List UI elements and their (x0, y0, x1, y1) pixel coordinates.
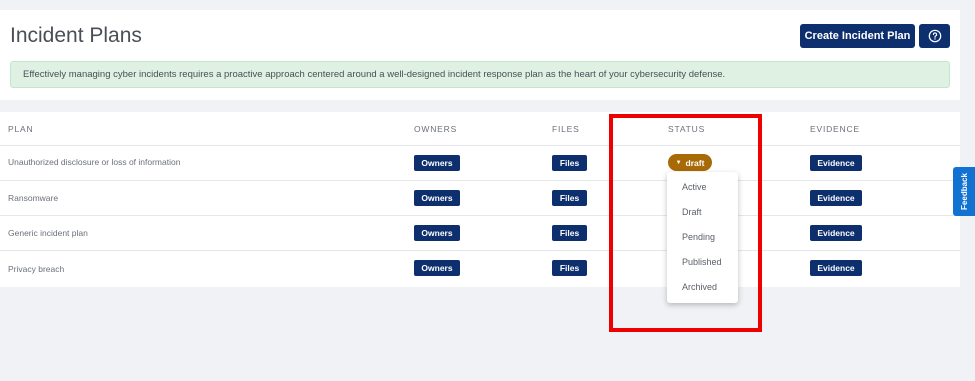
row-divider (0, 180, 960, 181)
owners-button[interactable]: Owners (414, 260, 460, 276)
row-divider (0, 215, 960, 216)
owners-button[interactable]: Owners (414, 155, 460, 171)
files-button[interactable]: Files (552, 155, 587, 171)
column-header-files: FILES (552, 124, 580, 134)
column-header-evidence: EVIDENCE (810, 124, 860, 134)
owners-button[interactable]: Owners (414, 225, 460, 241)
highlight-annotation-box (609, 114, 762, 332)
evidence-button[interactable]: Evidence (810, 190, 862, 206)
column-header-owners: OWNERS (414, 124, 458, 134)
create-incident-plan-button[interactable]: Create Incident Plan (800, 24, 915, 48)
column-header-plan: PLAN (8, 124, 34, 134)
question-circle-icon (928, 29, 941, 43)
plan-name: Ransomware (8, 193, 59, 203)
files-button[interactable]: Files (552, 190, 587, 206)
feedback-tab[interactable]: Feedback (953, 167, 975, 216)
files-button[interactable]: Files (552, 260, 587, 276)
info-banner: Effectively managing cyber incidents req… (10, 61, 950, 88)
evidence-button[interactable]: Evidence (810, 155, 862, 171)
row-divider (0, 250, 960, 251)
info-banner-text: Effectively managing cyber incidents req… (23, 69, 726, 80)
page-title: Incident Plans (10, 24, 142, 47)
feedback-tab-label: Feedback (959, 173, 969, 210)
plan-name: Unauthorized disclosure or loss of infor… (8, 157, 181, 167)
owners-button[interactable]: Owners (414, 190, 460, 206)
evidence-button[interactable]: Evidence (810, 225, 862, 241)
row-divider (0, 145, 960, 146)
evidence-button[interactable]: Evidence (810, 260, 862, 276)
files-button[interactable]: Files (552, 225, 587, 241)
plan-name: Generic incident plan (8, 228, 88, 238)
help-button[interactable] (919, 24, 950, 48)
plan-name: Privacy breach (8, 264, 65, 274)
